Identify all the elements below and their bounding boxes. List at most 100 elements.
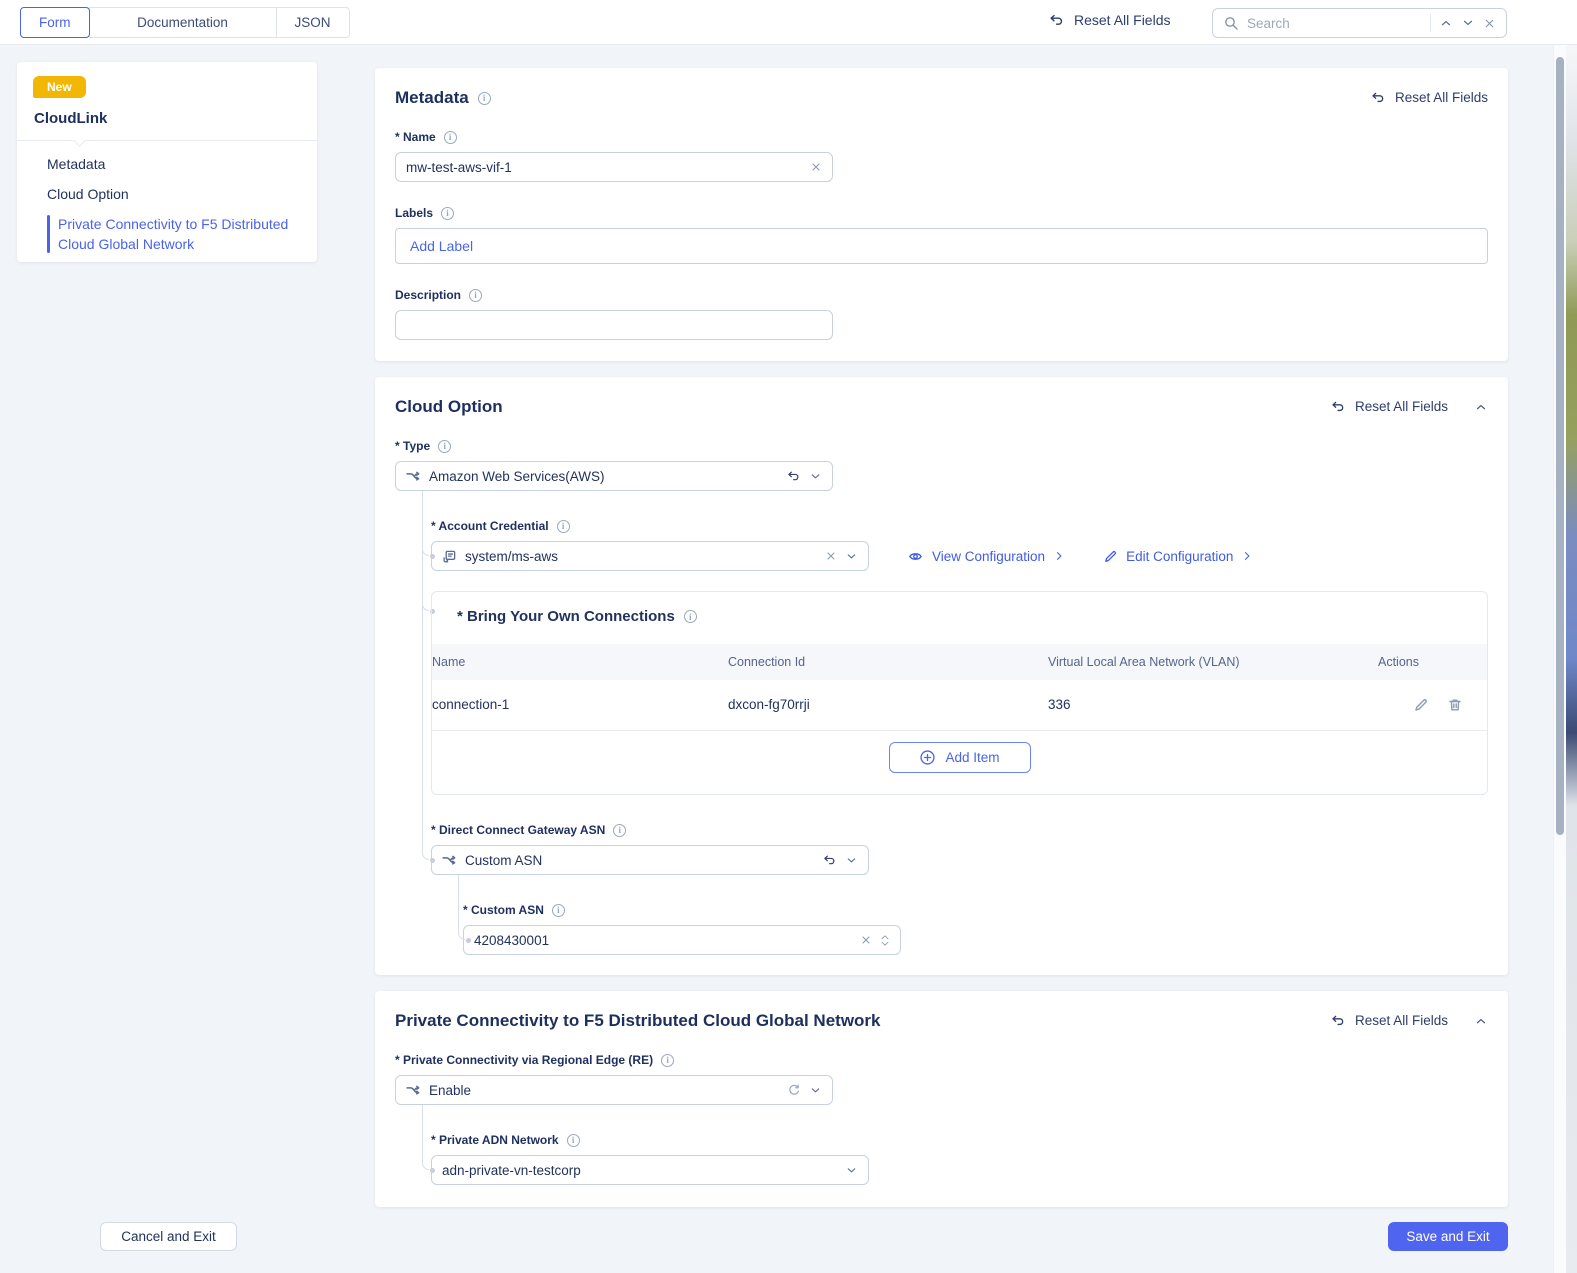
- regional-edge-select[interactable]: Enable: [395, 1075, 833, 1105]
- cell-name: connection-1: [432, 680, 728, 731]
- undo-icon: [1048, 12, 1065, 28]
- dcg-asn-field-label: * Direct Connect Gateway ASN: [431, 821, 1488, 839]
- edit-row-icon[interactable]: [1413, 697, 1429, 713]
- save-and-exit-button[interactable]: Save and Exit: [1388, 1222, 1508, 1251]
- chevron-down-icon[interactable]: [809, 1084, 822, 1097]
- sidebar-item-private-connectivity[interactable]: Private Connectivity to F5 Distributed C…: [47, 214, 299, 254]
- cancel-and-exit-button[interactable]: Cancel and Exit: [100, 1222, 237, 1251]
- view-configuration-link[interactable]: View Configuration: [907, 549, 1065, 564]
- search-input[interactable]: [1247, 15, 1422, 31]
- add-item-label: Add Item: [945, 750, 1000, 765]
- private-adn-network-select[interactable]: adn-private-vn-testcorp: [431, 1155, 869, 1185]
- collapse-section-icon[interactable]: [1474, 1014, 1488, 1028]
- regional-edge-field-label: * Private Connectivity via Regional Edge…: [395, 1051, 1488, 1069]
- dcg-asn-select[interactable]: Custom ASN: [431, 845, 869, 875]
- private-connectivity-reset-fields-button[interactable]: Reset All Fields: [1330, 1013, 1448, 1028]
- tab-documentation[interactable]: Documentation: [88, 7, 277, 38]
- chevron-down-icon[interactable]: [845, 1164, 858, 1177]
- metadata-reset-fields-button[interactable]: Reset All Fields: [1370, 90, 1488, 105]
- metadata-section: Metadata Reset All Fields * Name Labels …: [375, 68, 1508, 361]
- info-icon[interactable]: [613, 823, 627, 837]
- info-icon[interactable]: [477, 91, 491, 105]
- tree-connector: [422, 1105, 423, 1161]
- info-icon[interactable]: [683, 610, 697, 623]
- divider: [17, 140, 317, 141]
- info-icon[interactable]: [566, 1133, 580, 1147]
- delete-row-icon[interactable]: [1447, 697, 1463, 713]
- name-field: [395, 152, 833, 182]
- info-icon[interactable]: [661, 1053, 675, 1067]
- chevron-down-icon[interactable]: [845, 550, 858, 563]
- label-text: Description: [395, 288, 462, 302]
- label-text: Labels: [395, 206, 434, 220]
- chevron-down-icon[interactable]: [845, 854, 858, 867]
- description-input[interactable]: [406, 317, 822, 333]
- tree-connector: [430, 554, 435, 559]
- custom-asn-input[interactable]: [474, 932, 852, 948]
- info-icon[interactable]: [443, 130, 457, 144]
- refresh-icon[interactable]: [787, 1083, 801, 1097]
- chevron-right-icon: [1053, 550, 1065, 562]
- info-icon[interactable]: [556, 519, 570, 533]
- label-text: * Custom ASN: [463, 903, 544, 917]
- name-input[interactable]: [406, 159, 802, 175]
- reset-all-fields-button[interactable]: Reset All Fields: [1048, 12, 1170, 28]
- sidebar-title: CloudLink: [34, 110, 108, 127]
- oneof-branch-icon: [442, 853, 457, 867]
- search-next-icon[interactable]: [1461, 16, 1475, 30]
- labels-field[interactable]: Add Label: [395, 228, 1488, 264]
- metadata-section-title: Metadata: [395, 88, 491, 108]
- label-text: * Private Connectivity via Regional Edge…: [395, 1053, 654, 1067]
- scrollbar-thumb[interactable]: [1556, 57, 1564, 835]
- column-header-vlan: Virtual Local Area Network (VLAN): [1048, 644, 1378, 680]
- stepper-down-icon: [881, 941, 889, 946]
- sidebar-item-metadata[interactable]: Metadata: [47, 154, 105, 174]
- oneof-branch-icon: [406, 469, 421, 483]
- info-icon[interactable]: [469, 288, 483, 302]
- reset-field-icon[interactable]: [786, 469, 801, 483]
- reset-field-icon[interactable]: [822, 853, 837, 867]
- tree-connector: [422, 547, 429, 556]
- account-credential-select[interactable]: system/ms-aws: [431, 541, 869, 571]
- search-icon: [1223, 15, 1239, 31]
- label-text: * Account Credential: [431, 519, 549, 533]
- eye-icon: [907, 549, 924, 564]
- tree-connector: [422, 1161, 429, 1170]
- description-field: [395, 310, 833, 340]
- description-field-label: Description: [395, 286, 1488, 304]
- type-select[interactable]: Amazon Web Services(AWS): [395, 461, 833, 491]
- collapse-section-icon[interactable]: [1474, 400, 1488, 414]
- section-title-text: Cloud Option: [395, 397, 503, 416]
- private-connectivity-section-title: Private Connectivity to F5 Distributed C…: [395, 1011, 881, 1031]
- search-close-icon[interactable]: [1483, 17, 1496, 30]
- reset-label: Reset All Fields: [1394, 90, 1488, 105]
- tab-form[interactable]: Form: [20, 7, 90, 38]
- oneof-branch-icon: [406, 1083, 421, 1097]
- scrollbar-track[interactable]: [1553, 45, 1566, 1273]
- search-box: [1212, 8, 1507, 38]
- search-prev-icon[interactable]: [1439, 16, 1453, 30]
- add-item-button[interactable]: Add Item: [888, 742, 1031, 773]
- private-adn-network-field-label: * Private ADN Network: [431, 1131, 1488, 1149]
- clear-icon[interactable]: [825, 550, 837, 562]
- info-icon[interactable]: [438, 439, 452, 453]
- clear-icon[interactable]: [860, 934, 872, 946]
- edit-configuration-link[interactable]: Edit Configuration: [1103, 549, 1253, 564]
- form-nav-sidebar: New CloudLink Metadata Cloud Option Priv…: [17, 62, 317, 262]
- info-icon[interactable]: [441, 206, 455, 220]
- custom-asn-field-label: * Custom ASN: [463, 901, 1488, 919]
- type-select-value: Amazon Web Services(AWS): [429, 468, 605, 484]
- new-badge: New: [33, 76, 86, 98]
- chevron-down-icon[interactable]: [809, 470, 822, 483]
- number-stepper[interactable]: [880, 934, 890, 947]
- reset-label: Reset All Fields: [1354, 399, 1448, 414]
- add-label-button[interactable]: Add Label: [410, 238, 473, 254]
- label-text: * Direct Connect Gateway ASN: [431, 823, 606, 837]
- clear-icon[interactable]: [810, 161, 822, 173]
- link-label: Edit Configuration: [1126, 548, 1234, 564]
- tab-json[interactable]: JSON: [275, 7, 350, 38]
- cell-vlan: 336: [1048, 680, 1378, 731]
- cloud-option-reset-fields-button[interactable]: Reset All Fields: [1330, 399, 1448, 414]
- info-icon[interactable]: [551, 903, 565, 917]
- sidebar-item-cloud-option[interactable]: Cloud Option: [47, 184, 129, 204]
